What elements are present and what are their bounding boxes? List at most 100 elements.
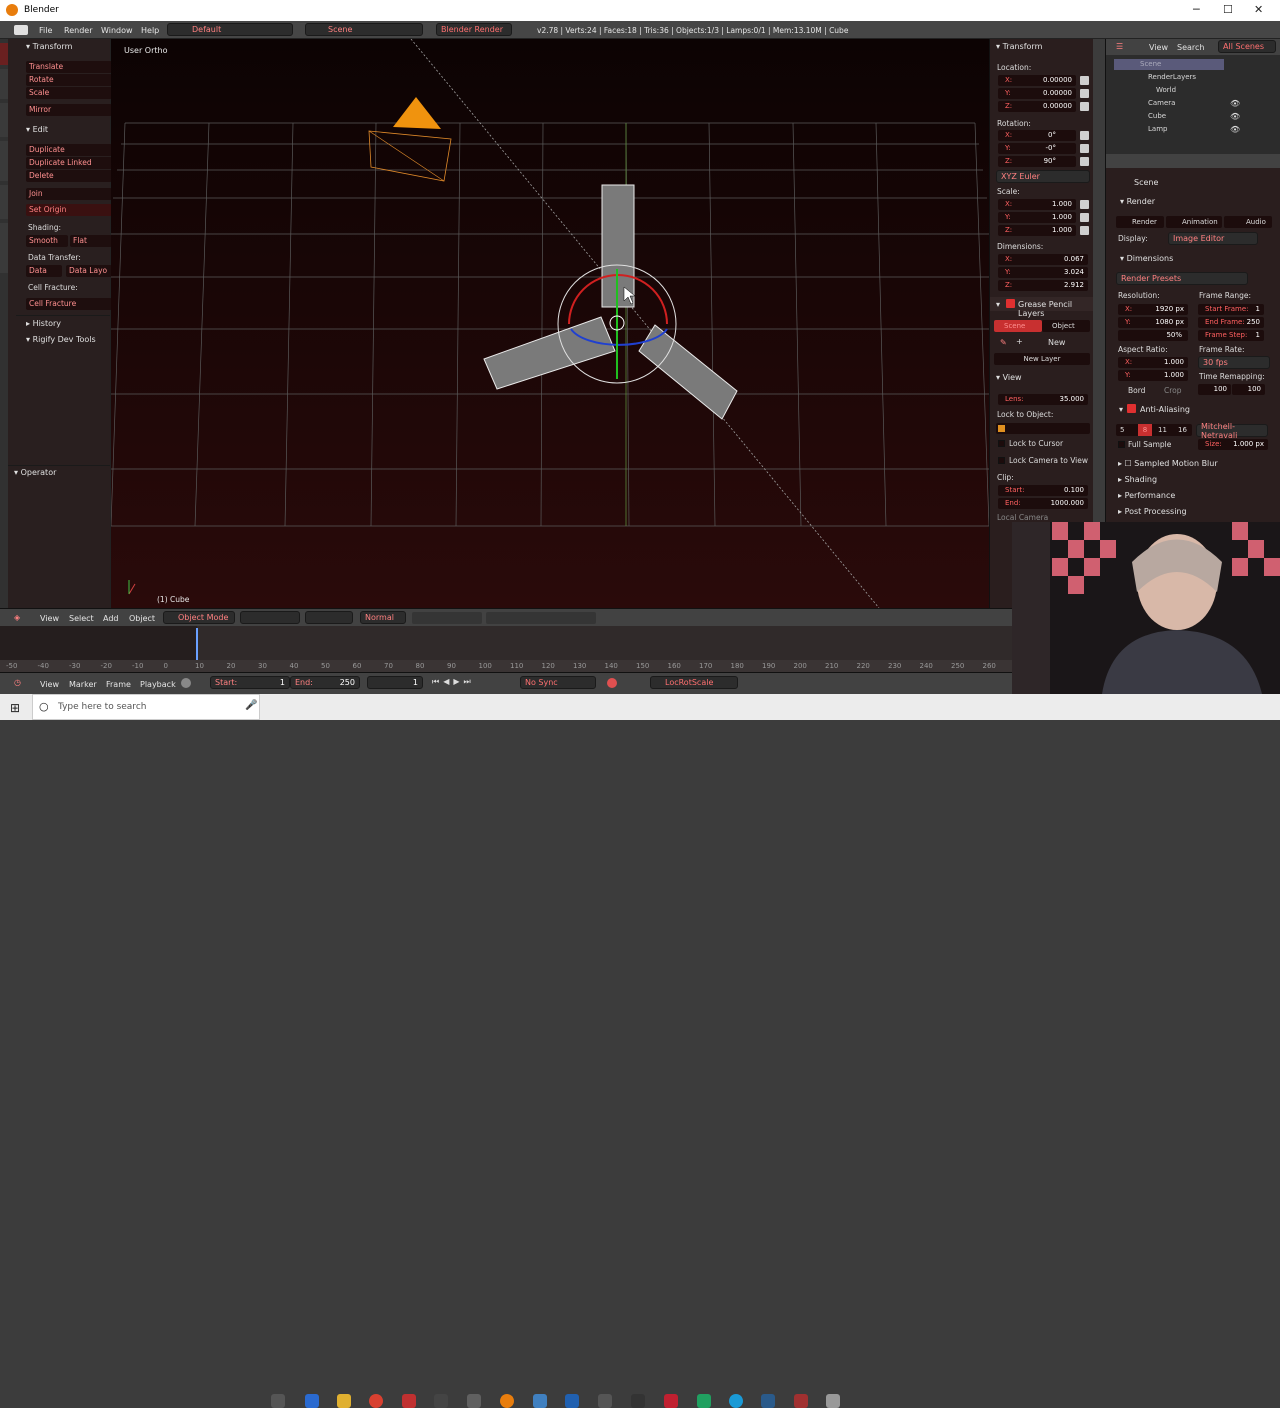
cell-fracture-button[interactable]: Cell Fracture [26, 298, 112, 310]
timeline-frame-menu[interactable]: Frame [106, 680, 131, 689]
start-frame-field[interactable]: Start: 1 [210, 676, 290, 689]
checkbox-checked-icon[interactable] [1006, 299, 1015, 308]
sampled-motion-blur-header[interactable]: ▸ ☐ Sampled Motion Blur [1118, 459, 1218, 468]
checkbox-unchecked-icon[interactable] [998, 457, 1005, 464]
outliner-item-renderlayers[interactable]: RenderLayers [1148, 73, 1196, 81]
calculator-icon[interactable] [434, 1394, 448, 1408]
dimensions-panel-header[interactable]: ▾ Dimensions [1120, 254, 1173, 263]
dimension-z-field[interactable]: Z: 2.912 [998, 280, 1088, 291]
chrome-icon[interactable] [369, 1394, 383, 1408]
audio-button[interactable]: Audio [1224, 216, 1272, 228]
gp-new-button[interactable]: New [1048, 338, 1065, 347]
clip-start-field[interactable]: Start: 0.100 [998, 485, 1088, 496]
join-button[interactable]: Join [26, 188, 112, 200]
transform-panel-header[interactable]: ▾ Transform [26, 42, 72, 51]
lock-icon[interactable] [1080, 213, 1089, 222]
scale-z-field[interactable]: Z: 1.000 [998, 225, 1076, 236]
outliner-item-scene[interactable]: Scene [1114, 59, 1224, 70]
record-icon[interactable] [181, 678, 191, 688]
aa-sample-11[interactable]: 11 [1158, 426, 1167, 434]
scale-x-field[interactable]: X: 1.000 [998, 199, 1076, 210]
resolution-percent-field[interactable]: 50% [1118, 330, 1188, 341]
sync-mode-dropdown[interactable]: No Sync [520, 676, 596, 689]
view3d-add-menu[interactable]: Add [103, 614, 119, 623]
outliner-item-cube[interactable]: Cube [1148, 112, 1166, 120]
outliner-search-menu[interactable]: Search [1177, 43, 1204, 52]
app-icon[interactable] [565, 1394, 579, 1408]
playback-controls[interactable]: ⏮◀▶⏭ [432, 677, 516, 689]
app-icon[interactable] [664, 1394, 678, 1408]
start-frame-field[interactable]: Start Frame: 1 [1198, 304, 1264, 315]
dimension-y-field[interactable]: Y: 3.024 [998, 267, 1088, 278]
rotation-z-field[interactable]: Z: 90° [998, 156, 1076, 167]
frame-step-field[interactable]: Frame Step: 1 [1198, 330, 1264, 341]
translate-button[interactable]: Translate [26, 61, 112, 73]
app-icon[interactable] [533, 1394, 547, 1408]
lock-object-field[interactable] [996, 423, 1090, 434]
view3d-object-menu[interactable]: Object [129, 614, 155, 623]
scene-selector[interactable]: Scene [305, 23, 423, 36]
manipulator-buttons[interactable] [305, 611, 353, 624]
render-presets-dropdown[interactable]: Render Presets [1116, 272, 1248, 285]
gp-object-toggle[interactable]: Object [1042, 320, 1090, 332]
end-frame-field[interactable]: End: 250 [290, 676, 360, 689]
gp-scene-toggle[interactable]: Scene [994, 320, 1042, 332]
current-frame-indicator[interactable] [196, 628, 198, 660]
scale-y-field[interactable]: Y: 1.000 [998, 212, 1076, 223]
menu-file[interactable]: File [39, 26, 52, 35]
frame-rate-dropdown[interactable]: 30 fps [1198, 356, 1270, 369]
lock-icon[interactable] [1080, 76, 1089, 85]
app-icon[interactable] [631, 1394, 645, 1408]
crop-toggle[interactable]: Crop [1164, 386, 1182, 395]
aa-sample-16[interactable]: 16 [1178, 426, 1187, 434]
auto-keying-icon[interactable] [607, 678, 617, 688]
tab-animation[interactable] [0, 141, 8, 181]
mail-icon[interactable] [598, 1394, 612, 1408]
aa-filter-dropdown[interactable]: Mitchell-Netravali [1196, 422, 1268, 440]
timeline-playback-menu[interactable]: Playback [140, 680, 176, 689]
windows-start-icon[interactable]: ⊞ [10, 701, 20, 715]
lock-icon[interactable] [1080, 157, 1089, 166]
border-toggle[interactable]: Bord [1128, 386, 1145, 395]
editor-type-icon[interactable]: ◈ [14, 613, 20, 622]
location-z-field[interactable]: Z: 0.00000 [998, 101, 1076, 112]
snap-and-render-buttons[interactable] [486, 612, 596, 624]
menu-render[interactable]: Render [64, 26, 92, 35]
lock-icon[interactable] [1080, 89, 1089, 98]
render-panel-header[interactable]: ▾ Render [1120, 197, 1155, 206]
outliner-editor-icon[interactable]: ☰ [1116, 42, 1123, 51]
remap-old-field[interactable]: 100 [1198, 384, 1231, 395]
microphone-icon[interactable]: 🎤 [245, 700, 257, 711]
aa-sample-5[interactable]: 5 [1120, 426, 1124, 434]
animation-button[interactable]: Animation [1166, 216, 1222, 228]
resolution-y-field[interactable]: Y: 1080 px [1118, 317, 1188, 328]
npanel-transform-header[interactable]: ▾ Transform [996, 42, 1042, 51]
outliner-view-menu[interactable]: View [1149, 43, 1168, 52]
properties-tabs[interactable] [1106, 154, 1280, 168]
eye-icon[interactable]: 👁 [1230, 99, 1240, 108]
aspect-y-field[interactable]: Y: 1.000 [1118, 370, 1188, 381]
location-x-field[interactable]: X: 0.00000 [998, 75, 1076, 86]
history-panel-header[interactable]: ▸ History [26, 319, 61, 328]
lens-field[interactable]: Lens: 35.000 [998, 394, 1088, 405]
aa-samples-selector[interactable]: 5 8 11 16 [1116, 424, 1192, 436]
menu-help[interactable]: Help [141, 26, 159, 35]
set-origin-dropdown[interactable]: Set Origin [26, 204, 112, 216]
transform-orientation-dropdown[interactable]: Normal [360, 611, 406, 624]
eye-icon[interactable]: 👁 [1230, 125, 1240, 134]
checkbox-unchecked-icon[interactable] [998, 440, 1005, 447]
checkbox-checked-icon[interactable] [1127, 404, 1136, 413]
checkbox-unchecked-icon[interactable] [1118, 441, 1125, 448]
aspect-x-field[interactable]: X: 1.000 [1118, 357, 1188, 368]
keying-set-dropdown[interactable]: LocRotScale [650, 676, 738, 689]
skype-icon[interactable] [729, 1394, 743, 1408]
resolution-x-field[interactable]: X: 1920 px [1118, 304, 1188, 315]
plus-icon[interactable]: + [1016, 337, 1023, 346]
lock-icon[interactable] [1080, 226, 1089, 235]
rotation-mode-dropdown[interactable]: XYZ Euler [996, 170, 1090, 183]
render-button[interactable]: Render [1116, 216, 1164, 228]
outliner-filter-dropdown[interactable]: All Scenes [1218, 40, 1276, 53]
view-panel-header[interactable]: ▾ View [996, 373, 1022, 382]
task-view-icon[interactable] [271, 1394, 285, 1408]
display-dropdown[interactable]: Image Editor [1168, 232, 1258, 245]
